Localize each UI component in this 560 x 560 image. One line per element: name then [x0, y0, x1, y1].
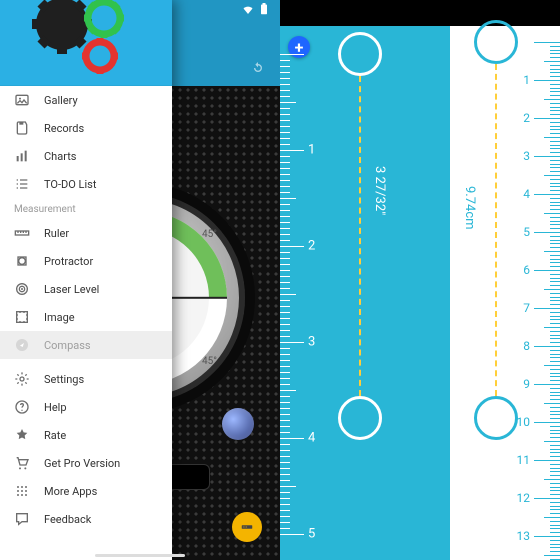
- cm-handle-bottom[interactable]: [474, 396, 518, 440]
- gallery-icon: [14, 92, 30, 108]
- drawer-item-settings[interactable]: Settings: [0, 365, 172, 393]
- feedback-icon: [14, 511, 30, 527]
- angle-label-45a: 45°: [202, 229, 217, 240]
- drawer-header: [0, 0, 172, 86]
- cm-label-1: 1: [523, 73, 530, 87]
- cm-label-12: 12: [517, 491, 531, 505]
- drawer-item-charts[interactable]: Charts: [0, 142, 172, 170]
- drawer-item-label: Get Pro Version: [44, 457, 120, 470]
- drawer-item-label: Gallery: [44, 94, 78, 107]
- drawer-item-label: Help: [44, 401, 67, 414]
- status-bar-black: [280, 0, 560, 26]
- screen-compass-drawer: 6:16 45° 45°: [0, 0, 280, 560]
- inch-label-1: 1: [308, 143, 315, 158]
- cm-label-4: 4: [523, 187, 530, 201]
- cm-label-8: 8: [523, 339, 530, 353]
- drawer-item-records[interactable]: Records: [0, 114, 172, 142]
- drawer-item-label: Charts: [44, 150, 76, 163]
- drawer-item-more-apps[interactable]: More Apps: [0, 477, 172, 505]
- refresh-icon[interactable]: [250, 60, 266, 80]
- globe-button[interactable]: [222, 408, 254, 440]
- protractor-icon: [14, 253, 30, 269]
- todo-icon: [14, 176, 30, 192]
- cm-label-7: 7: [523, 301, 530, 315]
- drawer-item-get-pro-version[interactable]: Get Pro Version: [0, 449, 172, 477]
- pro-icon: [14, 455, 30, 471]
- angle-label-45b: 45°: [202, 356, 217, 367]
- drawer-item-label: More Apps: [44, 485, 97, 498]
- image-icon: [14, 309, 30, 325]
- cm-handle-top[interactable]: [474, 20, 518, 64]
- drawer-item-label: Image: [44, 311, 75, 324]
- cm-label-11: 11: [517, 453, 531, 467]
- wifi-icon: [242, 4, 254, 17]
- ruler-icon: [14, 225, 30, 241]
- screen-ruler: + 3 27/32" 12345 9.74cm 1234567891011121…: [280, 0, 560, 560]
- cm-label-6: 6: [523, 263, 530, 277]
- cm-label-13: 13: [517, 529, 531, 543]
- inch-label-3: 3: [308, 335, 315, 350]
- ruler-inches-pane[interactable]: + 3 27/32" 12345: [280, 26, 450, 560]
- drawer-item-to-do-list[interactable]: TO-DO List: [0, 170, 172, 198]
- ruler-cm-pane[interactable]: 9.74cm 12345678910111213: [450, 26, 560, 560]
- cm-label-3: 3: [523, 149, 530, 163]
- rate-icon: [14, 427, 30, 443]
- drawer-item-label: Protractor: [44, 255, 93, 268]
- drawer-item-ruler[interactable]: Ruler: [0, 219, 172, 247]
- cm-guide-line: [495, 64, 497, 396]
- inch-label-4: 4: [308, 431, 315, 446]
- nav-drawer: Gallery Records Charts TO-DO List Measuremen…: [0, 0, 172, 560]
- drawer-item-label: TO-DO List: [44, 178, 96, 191]
- drawer-item-gallery[interactable]: Gallery: [0, 86, 172, 114]
- inch-guide-line: [359, 76, 361, 396]
- drawer-item-laser-level[interactable]: Laser Level: [0, 275, 172, 303]
- drawer-item-compass[interactable]: Compass: [0, 331, 172, 359]
- help-icon: [14, 399, 30, 415]
- cm-label-9: 9: [523, 377, 530, 391]
- battery-icon: [260, 3, 268, 18]
- inch-label-5: 5: [308, 527, 315, 542]
- settings-icon: [14, 371, 30, 387]
- drawer-item-protractor[interactable]: Protractor: [0, 247, 172, 275]
- drawer-item-label: Records: [44, 122, 84, 135]
- drawer-item-label: Compass: [44, 339, 91, 352]
- drawer-item-label: Rate: [44, 429, 66, 442]
- drawer-item-image[interactable]: Image: [0, 303, 172, 331]
- laser-icon: [14, 281, 30, 297]
- compass-icon: [14, 337, 30, 353]
- inch-label-2: 2: [308, 239, 315, 254]
- inch-handle-top[interactable]: [338, 32, 382, 76]
- charts-icon: [14, 148, 30, 164]
- inch-handle-bottom[interactable]: [338, 396, 382, 440]
- drawer-item-help[interactable]: Help: [0, 393, 172, 421]
- drawer-item-label: Settings: [44, 373, 84, 386]
- drawer-item-label: Laser Level: [44, 283, 99, 296]
- drawer-section-measurement: Measurement: [0, 198, 172, 219]
- inch-measurement: 3 27/32": [372, 166, 387, 215]
- cm-label-5: 5: [523, 225, 530, 239]
- cm-label-2: 2: [523, 111, 530, 125]
- drawer-item-rate[interactable]: Rate: [0, 421, 172, 449]
- cm-label-10: 10: [517, 415, 531, 429]
- records-icon: [14, 120, 30, 136]
- cm-measurement: 9.74cm: [462, 186, 477, 230]
- drawer-item-feedback[interactable]: Feedback: [0, 505, 172, 533]
- drawer-item-label: Ruler: [44, 227, 69, 240]
- drawer-item-label: Feedback: [44, 513, 91, 526]
- moreapps-icon: [14, 483, 30, 499]
- fab-button[interactable]: [232, 512, 262, 542]
- nav-pill: [95, 554, 185, 557]
